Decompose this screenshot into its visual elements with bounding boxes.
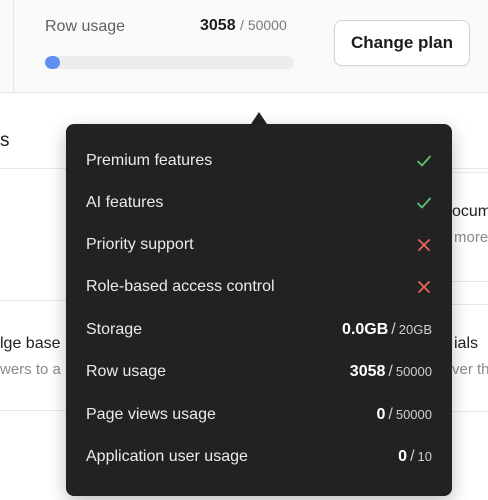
card-subtitle: wers to a [0, 361, 61, 378]
usage-limit: 10 [417, 449, 432, 464]
page: s ocum more lge base wers to a ials ver … [0, 0, 488, 500]
card-title: lge base [0, 335, 61, 352]
usage-row-app-users: Application user usage 0/10 [86, 442, 432, 472]
tooltip-arrow [251, 112, 267, 124]
card-subtitle: more [454, 229, 488, 246]
usage-value: 0/50000 [376, 406, 432, 423]
check-icon [417, 155, 431, 167]
bg-section-heading: s [0, 130, 10, 151]
divider [0, 410, 66, 411]
divider [0, 300, 66, 301]
usage-header: Row usage 3058 / 50000 Change plan [0, 0, 488, 93]
feature-row-priority-support: Priority support [86, 230, 432, 260]
change-plan-button[interactable]: Change plan [334, 20, 470, 66]
usage-used: 0.0GB [342, 321, 389, 338]
right-card-doc[interactable] [446, 172, 488, 282]
card-subtitle: ver th [452, 361, 488, 378]
usage-label: Storage [86, 321, 143, 338]
check-icon [417, 197, 431, 209]
usage-row-storage: Storage 0.0GB/20GB [86, 315, 432, 345]
close-icon [418, 239, 430, 251]
feature-row-ai: AI features [86, 188, 432, 218]
row-usage-count: 3058 / 50000 [200, 17, 287, 35]
row-usage-used: 3058 [200, 17, 236, 34]
usage-value: 3058/50000 [349, 363, 432, 380]
row-usage-progress-fill [45, 56, 61, 69]
usage-limit: 20GB [398, 322, 432, 337]
usage-used: 0 [376, 406, 386, 423]
row-usage-limit: / 50000 [240, 17, 287, 33]
close-icon [418, 281, 430, 293]
row-usage-progress-bar [45, 56, 294, 69]
feature-row-rbac: Role-based access control [86, 272, 432, 302]
feature-label: Priority support [86, 236, 194, 253]
usage-label: Row usage [86, 363, 167, 380]
usage-row-page-views: Page views usage 0/50000 [86, 400, 432, 430]
feature-row-premium: Premium features [86, 146, 432, 176]
usage-row-rows: Row usage 3058/50000 [86, 357, 432, 387]
usage-value: 0/10 [398, 448, 432, 465]
usage-limit: 50000 [395, 364, 432, 379]
plan-details-tooltip: Premium features AI features Priority su… [66, 124, 452, 496]
usage-label: Page views usage [86, 406, 216, 423]
card-title: ials [454, 335, 479, 352]
usage-used: 0 [398, 448, 408, 465]
row-usage-label: Row usage [45, 18, 126, 35]
feature-label: AI features [86, 194, 164, 211]
usage-used: 3058 [349, 363, 386, 380]
usage-label: Application user usage [86, 448, 248, 465]
card-title: ocum [452, 203, 488, 220]
feature-label: Role-based access control [86, 278, 275, 295]
usage-limit: 50000 [395, 407, 432, 422]
usage-value: 0.0GB/20GB [342, 321, 432, 338]
right-card-tutorials[interactable] [446, 304, 488, 412]
feature-label: Premium features [86, 152, 213, 169]
divider [13, 0, 14, 92]
